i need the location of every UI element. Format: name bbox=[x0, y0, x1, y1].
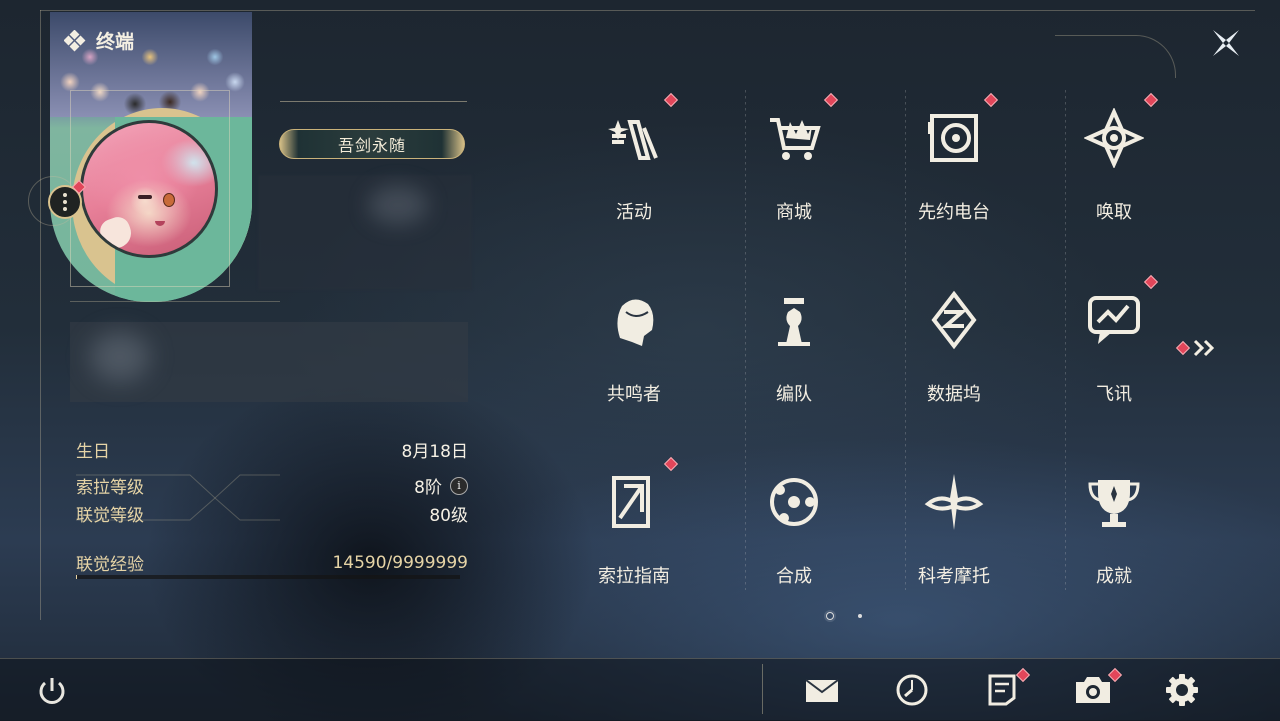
bottom-separator bbox=[762, 664, 763, 714]
terminal-header: 终端 bbox=[64, 27, 134, 54]
birthday-label: 生日 bbox=[76, 442, 110, 462]
menu-item-message-bubble[interactable]: 飞讯 bbox=[1054, 274, 1174, 430]
union-exp-progress-fill bbox=[76, 575, 77, 579]
info-row-birthday: 生日 8月18日 bbox=[76, 437, 468, 462]
page-dot-1[interactable] bbox=[826, 612, 834, 620]
power-icon[interactable] bbox=[34, 673, 70, 709]
menu-item-team-chess[interactable]: 编队 bbox=[734, 280, 854, 430]
menu-item-motorbike[interactable]: 科考摩托 bbox=[894, 462, 1014, 612]
menu-item-shop-crown-cart[interactable]: 商城 bbox=[734, 92, 854, 248]
camera-button[interactable] bbox=[1074, 667, 1123, 708]
menu-item-label: 合成 bbox=[776, 566, 812, 587]
title-badge[interactable]: 吾剑永随 bbox=[279, 129, 465, 159]
menu-item-label: 商城 bbox=[776, 202, 812, 223]
name-divider bbox=[280, 101, 467, 102]
trophy-icon bbox=[1088, 480, 1140, 527]
info-icon[interactable]: i bbox=[450, 476, 468, 495]
menu-item-radio-pass[interactable]: 先约电台 bbox=[894, 92, 1014, 248]
menu-item-label: 飞讯 bbox=[1096, 384, 1132, 405]
menu-item-event[interactable]: 活动 bbox=[574, 92, 694, 248]
terminal-diamond-icon bbox=[64, 29, 86, 51]
menu-item-data-bank[interactable]: 数据坞 bbox=[894, 280, 1014, 430]
card-divider bbox=[70, 301, 280, 302]
menu-item-label: 先约电台 bbox=[918, 202, 990, 223]
message-bubble-icon bbox=[1088, 296, 1140, 344]
menu-item-synthesis[interactable]: 合成 bbox=[734, 462, 854, 612]
page-indicator bbox=[826, 612, 862, 620]
menu-item-resonator-portrait[interactable]: 共鸣者 bbox=[574, 280, 694, 430]
close-icon[interactable] bbox=[1205, 22, 1247, 64]
shop-crown-cart-icon bbox=[770, 118, 821, 160]
notice-button[interactable] bbox=[984, 667, 1031, 708]
menu-item-label: 活动 bbox=[616, 202, 652, 223]
notice-icon bbox=[988, 674, 1016, 706]
menu-item-trophy[interactable]: 成就 bbox=[1054, 462, 1174, 612]
blurred-name-area bbox=[258, 175, 472, 290]
camera-icon bbox=[1076, 677, 1110, 703]
union-exp-value: 14590/9999999 bbox=[332, 552, 468, 573]
team-chess-icon bbox=[778, 298, 810, 346]
menu-item-label: 科考摩托 bbox=[918, 566, 990, 587]
frame-curve bbox=[1055, 35, 1176, 78]
mail-icon[interactable] bbox=[804, 672, 840, 708]
frame-line-top bbox=[40, 10, 1255, 11]
title-badge-label: 吾剑永随 bbox=[337, 136, 406, 155]
info-row-union-exp: 联觉经验 14590/9999999 bbox=[76, 550, 468, 576]
union-level-label: 联觉等级 bbox=[76, 506, 144, 526]
sol-rank-value: 8阶 bbox=[414, 478, 442, 498]
menu-item-convene-star[interactable]: 唤取 bbox=[1054, 92, 1174, 248]
info-row-union-level: 联觉等级 80级 bbox=[76, 501, 468, 526]
convene-star-icon bbox=[1084, 108, 1144, 168]
avatar[interactable] bbox=[80, 120, 218, 258]
info-row-sol-rank: 索拉等级 8阶 i bbox=[76, 473, 468, 498]
motorbike-icon bbox=[924, 474, 984, 530]
double-chevron-right-icon bbox=[1193, 339, 1215, 357]
menu-item-label: 共鸣者 bbox=[607, 384, 661, 405]
birthday-value: 8月18日 bbox=[401, 442, 468, 462]
menu-item-guidebook[interactable]: 索拉指南 bbox=[574, 456, 694, 612]
data-bank-icon bbox=[931, 290, 977, 350]
blurred-signature-area bbox=[70, 322, 468, 402]
union-level-value: 80级 bbox=[429, 506, 468, 526]
grid-divider bbox=[905, 90, 906, 590]
next-page-badge-dot bbox=[1175, 340, 1191, 356]
menu-item-label: 数据坞 bbox=[927, 384, 981, 405]
page-dot-2[interactable] bbox=[858, 614, 862, 618]
frame-line-left bbox=[40, 10, 41, 620]
grid-divider bbox=[745, 90, 746, 590]
next-page-button[interactable] bbox=[1175, 338, 1218, 358]
terminal-title: 终端 bbox=[96, 31, 135, 53]
settings-gear-icon[interactable] bbox=[1164, 672, 1200, 708]
grid-divider bbox=[1065, 90, 1066, 590]
menu-item-label: 索拉指南 bbox=[598, 566, 670, 587]
resonator-portrait-icon bbox=[617, 299, 654, 346]
sol-rank-value-group: 8阶 i bbox=[414, 473, 468, 498]
menu-item-label: 成就 bbox=[1096, 566, 1132, 587]
menu-item-label: 编队 bbox=[776, 384, 812, 405]
radio-pass-icon bbox=[928, 114, 978, 162]
sol-rank-label: 索拉等级 bbox=[76, 478, 144, 498]
synthesis-icon bbox=[770, 478, 818, 526]
event-icon bbox=[608, 120, 658, 160]
guidebook-icon bbox=[612, 476, 650, 528]
menu-item-label: 唤取 bbox=[1096, 202, 1132, 223]
clock-icon[interactable] bbox=[894, 672, 930, 708]
union-exp-progress bbox=[76, 575, 460, 579]
union-exp-label: 联觉经验 bbox=[76, 555, 144, 575]
